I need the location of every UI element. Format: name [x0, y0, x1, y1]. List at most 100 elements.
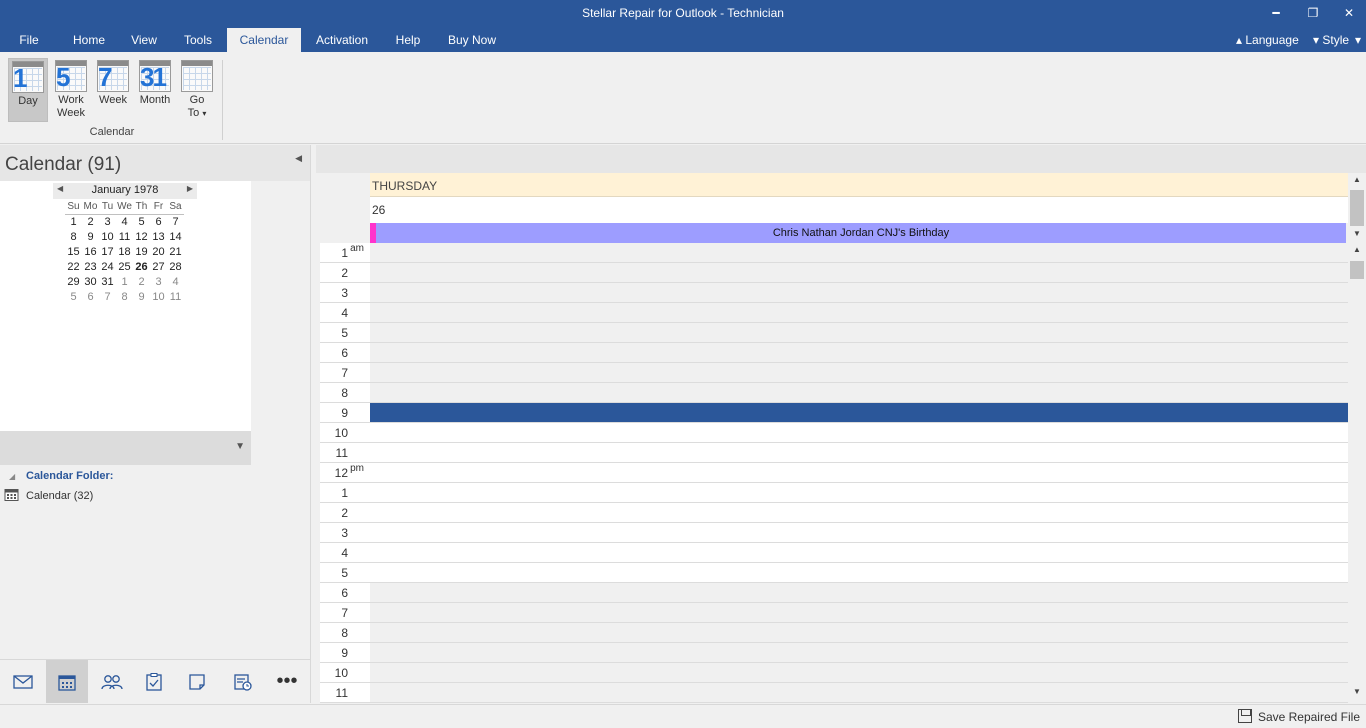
time-slot[interactable]: [370, 383, 1350, 403]
scroll-up-icon[interactable]: ▲: [1348, 245, 1366, 259]
mini-calendar-day[interactable]: 28: [167, 259, 184, 274]
scrollbar-thumb[interactable]: [1350, 190, 1364, 226]
time-slot[interactable]: [370, 563, 1350, 583]
all-day-event[interactable]: Chris Nathan Jordan CNJ's Birthday: [370, 223, 1346, 243]
mini-calendar-day[interactable]: 2: [82, 214, 99, 229]
time-slot[interactable]: [370, 403, 1350, 423]
tab-buy-now[interactable]: Buy Now: [442, 28, 502, 52]
save-repaired-file-button[interactable]: Save Repaired File: [1237, 709, 1360, 724]
mini-calendar-day[interactable]: 14: [167, 229, 184, 244]
notes-nav-button[interactable]: [176, 660, 218, 703]
mini-calendar-day[interactable]: 23: [82, 259, 99, 274]
mini-calendar-day[interactable]: 4: [167, 274, 184, 289]
time-slot[interactable]: [370, 683, 1350, 703]
scrollbar-thumb[interactable]: [1350, 261, 1364, 279]
tasks-nav-button[interactable]: [133, 660, 175, 703]
mini-calendar-day[interactable]: 7: [99, 289, 116, 304]
time-slot[interactable]: [370, 423, 1350, 443]
mini-calendar-day[interactable]: 29: [65, 274, 82, 289]
mini-calendar-day[interactable]: 10: [150, 289, 167, 304]
time-slot[interactable]: [370, 543, 1350, 563]
mini-calendar-day[interactable]: 11: [116, 229, 133, 244]
mini-calendar-day[interactable]: 27: [150, 259, 167, 274]
scroll-down-icon[interactable]: ▼: [1348, 229, 1366, 243]
mini-calendar-day[interactable]: 10: [99, 229, 116, 244]
mini-calendar-day[interactable]: 26: [133, 259, 150, 274]
scroll-down-icon[interactable]: ▼: [1348, 687, 1366, 701]
day-view-button[interactable]: 1 Day: [8, 58, 48, 122]
tab-home[interactable]: Home: [64, 28, 114, 52]
style-menu[interactable]: ▾ Style ▾: [1313, 28, 1361, 52]
mini-calendar-day[interactable]: 11: [167, 289, 184, 304]
time-slot[interactable]: [370, 523, 1350, 543]
mini-calendar-day[interactable]: 13: [150, 229, 167, 244]
language-menu[interactable]: ▴ Language: [1236, 28, 1299, 52]
tab-view[interactable]: View: [122, 28, 166, 52]
time-slot[interactable]: [370, 663, 1350, 683]
folder-item-calendar[interactable]: Calendar (32): [4, 488, 93, 506]
mini-calendar-day[interactable]: 25: [116, 259, 133, 274]
collapse-pane-icon[interactable]: ◀: [295, 153, 302, 164]
month-view-button[interactable]: 31 Month: [135, 58, 175, 122]
chevron-down-icon[interactable]: ▼: [235, 441, 245, 452]
time-slot[interactable]: [370, 243, 1350, 263]
mini-calendar-day[interactable]: 19: [133, 244, 150, 259]
mini-calendar-day[interactable]: 12: [133, 229, 150, 244]
calendar-nav-button[interactable]: [46, 660, 88, 703]
time-slot[interactable]: [370, 623, 1350, 643]
work-week-view-button[interactable]: 5 Work Week: [51, 58, 91, 122]
mini-calendar-day[interactable]: 18: [116, 244, 133, 259]
mini-calendar-day[interactable]: 17: [99, 244, 116, 259]
time-slot[interactable]: [370, 363, 1350, 383]
close-button[interactable]: ✕: [1332, 0, 1366, 26]
mini-calendar-day[interactable]: 9: [82, 229, 99, 244]
mini-calendar-day[interactable]: 3: [150, 274, 167, 289]
mini-calendar-day[interactable]: 21: [167, 244, 184, 259]
contacts-nav-button[interactable]: [91, 660, 133, 703]
time-slot[interactable]: [370, 323, 1350, 343]
time-slot[interactable]: [370, 283, 1350, 303]
minimize-button[interactable]: ━: [1259, 0, 1293, 26]
next-month-icon[interactable]: ▶: [187, 184, 193, 193]
restore-button[interactable]: ❐: [1296, 0, 1330, 26]
day-header[interactable]: THURSDAY: [370, 173, 1350, 197]
time-slot[interactable]: [370, 443, 1350, 463]
time-slot[interactable]: [370, 343, 1350, 363]
time-slot[interactable]: [370, 483, 1350, 503]
journal-nav-button[interactable]: [222, 660, 264, 703]
mini-calendar-day[interactable]: 1: [65, 214, 82, 229]
mini-calendar-day[interactable]: 4: [116, 214, 133, 229]
time-slot[interactable]: [370, 583, 1350, 603]
mini-calendar-day[interactable]: 22: [65, 259, 82, 274]
time-slot[interactable]: [370, 463, 1350, 483]
time-slot[interactable]: [370, 503, 1350, 523]
mini-calendar-day[interactable]: 9: [133, 289, 150, 304]
mini-calendar-day[interactable]: 15: [65, 244, 82, 259]
mini-calendar-day[interactable]: 24: [99, 259, 116, 274]
more-nav-button[interactable]: •••: [266, 660, 308, 703]
mini-calendar-day[interactable]: 5: [133, 214, 150, 229]
tab-file[interactable]: File: [10, 28, 48, 52]
mini-calendar-day[interactable]: 30: [82, 274, 99, 289]
mini-calendar-day[interactable]: 31: [99, 274, 116, 289]
vertical-scrollbar[interactable]: ▲ ▼: [1348, 243, 1366, 705]
tab-tools[interactable]: Tools: [174, 28, 222, 52]
week-view-button[interactable]: 7 Week: [93, 58, 133, 122]
mini-calendar-day[interactable]: 7: [167, 214, 184, 229]
mini-calendar-day[interactable]: 8: [65, 229, 82, 244]
time-slot[interactable]: [370, 643, 1350, 663]
mail-nav-button[interactable]: [2, 660, 44, 703]
mini-calendar-day[interactable]: 16: [82, 244, 99, 259]
mini-calendar-day[interactable]: 20: [150, 244, 167, 259]
scroll-up-icon[interactable]: ▲: [1348, 175, 1366, 189]
go-to-button[interactable]: Go To ▾: [177, 58, 217, 122]
tab-activation[interactable]: Activation: [308, 28, 376, 52]
expand-triangle-icon[interactable]: ◢: [9, 472, 15, 481]
mini-calendar-day[interactable]: 3: [99, 214, 116, 229]
time-slot[interactable]: [370, 603, 1350, 623]
tab-calendar[interactable]: Calendar: [227, 28, 301, 52]
time-slot[interactable]: [370, 263, 1350, 283]
all-day-scrollbar[interactable]: ▲ ▼: [1348, 173, 1366, 243]
mini-calendar-day[interactable]: 2: [133, 274, 150, 289]
tab-help[interactable]: Help: [386, 28, 430, 52]
